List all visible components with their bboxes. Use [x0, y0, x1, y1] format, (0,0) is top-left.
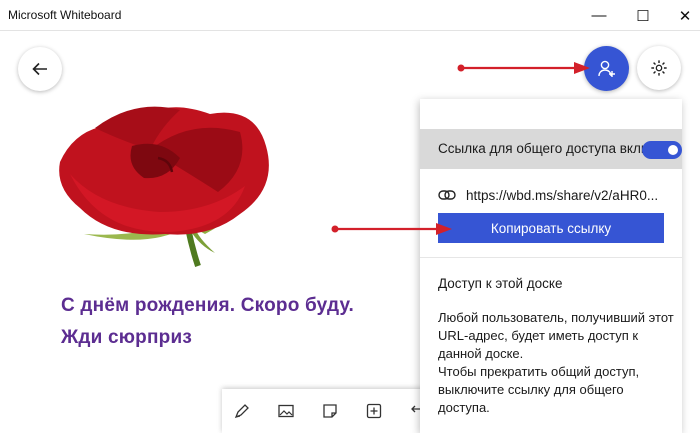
add-tool[interactable]: [362, 399, 386, 423]
window-title: Microsoft Whiteboard: [8, 8, 122, 22]
share-link-row[interactable]: https://wbd.ms/share/v2/aHR0...: [438, 185, 678, 205]
greeting-line-1: С днём рождения. Скоро буду.: [61, 295, 355, 316]
panel-divider: [420, 257, 682, 258]
gear-icon: [651, 60, 667, 76]
back-button[interactable]: [18, 47, 62, 91]
annotation-arrow-copy: [331, 223, 452, 235]
close-button[interactable]: ✕: [662, 0, 700, 31]
link-icon: [438, 190, 456, 200]
bottom-toolbar: [222, 389, 432, 433]
pen-tool[interactable]: [230, 399, 254, 423]
arrow-left-icon: [32, 62, 47, 76]
share-url[interactable]: https://wbd.ms/share/v2/aHR0...: [466, 188, 658, 203]
access-description-1: Любой пользователь, получивший этот URL-…: [438, 310, 674, 361]
pen-icon: [234, 404, 249, 419]
maximize-button[interactable]: ☐: [620, 0, 666, 31]
greeting-line-2: Жди сюрприз: [61, 327, 192, 348]
image-tool[interactable]: [274, 399, 298, 423]
person-add-icon: [597, 60, 615, 77]
settings-button[interactable]: [637, 46, 681, 90]
rose-image[interactable]: [40, 88, 280, 278]
share-link-toggle[interactable]: [642, 141, 682, 159]
share-link-toggle-row[interactable]: Ссылка для общего доступа включена: [420, 129, 682, 169]
minimize-button[interactable]: —: [576, 0, 622, 31]
access-description: Любой пользователь, получивший этот URL-…: [438, 309, 674, 417]
copy-link-button[interactable]: Копировать ссылку: [438, 213, 664, 243]
note-icon: [323, 404, 337, 418]
title-bar: Microsoft Whiteboard — ☐ ✕: [0, 0, 700, 31]
access-title: Доступ к этой доске: [438, 276, 563, 291]
annotation-arrow-share: [457, 62, 590, 74]
note-tool[interactable]: [318, 399, 342, 423]
access-description-2: Чтобы прекратить общий доступ, выключите…: [438, 364, 640, 415]
share-panel: Ссылка для общего доступа включена https…: [420, 99, 682, 433]
image-icon: [278, 404, 294, 418]
add-icon: [366, 403, 382, 419]
greeting-text[interactable]: С днём рождения. Скоро буду. Жди сюрприз: [61, 290, 354, 354]
